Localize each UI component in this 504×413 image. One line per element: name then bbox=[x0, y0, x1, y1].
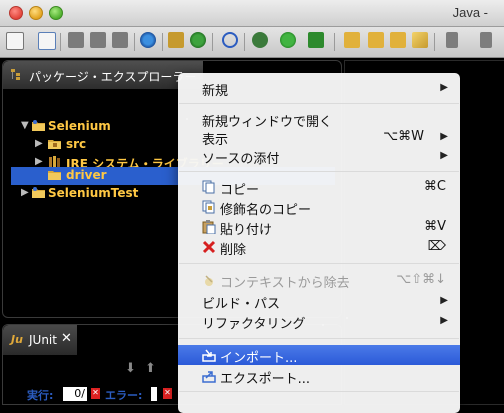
new-java-project-icon[interactable] bbox=[38, 32, 56, 50]
main-toolbar bbox=[0, 27, 504, 58]
submenu-arrow-icon: ▶ bbox=[440, 131, 448, 142]
nav-forward-icon[interactable] bbox=[480, 32, 492, 48]
toolbar-separator bbox=[434, 33, 435, 51]
junit-icon: Ju bbox=[11, 333, 23, 346]
junit-tab-label: JUnit bbox=[29, 333, 57, 347]
tree-item-label: driver bbox=[66, 168, 107, 182]
package-explorer-icon bbox=[11, 69, 21, 81]
toolbar-separator bbox=[134, 33, 135, 51]
project-folder-icon bbox=[32, 187, 45, 198]
menu-item-copy[interactable]: コピー ⌘C bbox=[178, 177, 460, 198]
menu-item-refactor[interactable]: リファクタリング ▶ bbox=[178, 311, 460, 332]
submenu-arrow-icon: ▶ bbox=[440, 150, 448, 161]
toolbar-separator bbox=[244, 33, 245, 51]
menu-item-attach-source[interactable]: ソースの添付 ▶ bbox=[178, 146, 460, 167]
toolbar-separator bbox=[60, 33, 61, 51]
export-icon bbox=[202, 369, 216, 383]
library-icon bbox=[48, 156, 61, 167]
refresh-icon[interactable] bbox=[190, 32, 206, 48]
menu-separator bbox=[179, 263, 459, 264]
toolbar-separator bbox=[162, 33, 163, 51]
menu-shortcut: ⌥⌘W bbox=[383, 129, 424, 144]
submenu-arrow-icon: ▶ bbox=[440, 82, 448, 93]
nav-back-icon[interactable] bbox=[446, 32, 458, 48]
run-icon[interactable] bbox=[280, 32, 296, 48]
build-icon[interactable] bbox=[140, 32, 156, 48]
menu-item-show[interactable]: 表示 ⌥⌘W ▶ bbox=[178, 127, 460, 148]
menu-item-build-path[interactable]: ビルド・パス ▶ bbox=[178, 291, 460, 312]
save-icon[interactable] bbox=[68, 32, 84, 48]
copy-qualified-icon bbox=[202, 200, 216, 214]
up-arrow-icon[interactable]: ⬆ bbox=[145, 361, 156, 376]
runs-value: 0/ bbox=[63, 387, 87, 401]
menu-shortcut: ⌥⇧⌘↓ bbox=[396, 272, 446, 287]
project-folder-icon bbox=[32, 120, 45, 131]
import-icon bbox=[202, 348, 216, 362]
close-icon[interactable]: ✕ bbox=[61, 331, 72, 346]
toolbar-separator bbox=[334, 33, 335, 51]
runs-label: 実行: bbox=[27, 389, 54, 402]
brush-icon[interactable] bbox=[412, 32, 428, 48]
menu-separator bbox=[179, 171, 459, 172]
print-icon[interactable] bbox=[112, 32, 128, 48]
menu-item-copy-qualified-name[interactable]: 修飾名のコピー bbox=[178, 197, 460, 218]
new-package-icon[interactable] bbox=[168, 32, 184, 48]
paste-icon bbox=[202, 220, 216, 235]
errors-label: エラー: bbox=[105, 389, 143, 402]
junit-tab[interactable]: Ju JUnit ✕ bbox=[3, 325, 77, 355]
tree-item-label: SeleniumTest bbox=[48, 186, 139, 200]
open-folder-2-icon[interactable] bbox=[390, 32, 406, 48]
zoom-window-button[interactable] bbox=[49, 6, 63, 20]
menu-shortcut: ⌘V bbox=[424, 219, 446, 234]
debug-icon[interactable] bbox=[252, 32, 268, 48]
close-window-button[interactable] bbox=[9, 6, 23, 20]
source-folder-icon bbox=[48, 138, 61, 149]
menu-shortcut: ⌦ bbox=[427, 239, 446, 254]
window-title: Java - bbox=[452, 5, 488, 20]
package-explorer-tab[interactable]: パッケージ・エクスプローラー bbox=[3, 61, 203, 89]
errors-value bbox=[151, 387, 157, 401]
menu-separator bbox=[179, 103, 459, 104]
skip-breakpoints-icon[interactable] bbox=[222, 32, 238, 48]
tree-item-label: Selenium bbox=[48, 119, 111, 133]
menu-item-open-new-window[interactable]: 新規ウィンドウで開く bbox=[178, 109, 460, 130]
title-bar: Java - bbox=[0, 0, 504, 27]
menu-item-delete[interactable]: 削除 ⌦ bbox=[178, 237, 460, 258]
failure-status-icon: ✕ bbox=[163, 388, 172, 399]
collapse-arrow-icon[interactable]: ▶ bbox=[21, 187, 29, 198]
expand-arrow-icon[interactable]: ▼ bbox=[21, 120, 29, 131]
menu-separator bbox=[179, 391, 459, 392]
folder-icon bbox=[48, 169, 61, 180]
new-icon[interactable] bbox=[6, 32, 24, 50]
menu-item-export[interactable]: エクスポート... bbox=[178, 366, 460, 387]
menu-separator bbox=[179, 338, 459, 339]
submenu-arrow-icon: ▶ bbox=[440, 295, 448, 306]
error-status-icon: ✕ bbox=[91, 388, 100, 399]
copy-icon bbox=[202, 180, 216, 194]
tree-item-label: src bbox=[66, 137, 87, 151]
menu-item-import[interactable]: インポート... bbox=[178, 345, 460, 366]
open-folder-icon[interactable] bbox=[368, 32, 384, 48]
remove-context-icon bbox=[202, 273, 216, 287]
menu-item-paste[interactable]: 貼り付け ⌘V bbox=[178, 217, 460, 238]
context-menu: 新規 ▶ 新規ウィンドウで開く 表示 ⌥⌘W ▶ ソースの添付 ▶ コピー ⌘C… bbox=[178, 73, 460, 413]
minimize-window-button[interactable] bbox=[29, 6, 43, 20]
save-all-icon[interactable] bbox=[90, 32, 106, 48]
collapse-arrow-icon[interactable]: ▶ bbox=[35, 138, 43, 149]
run-external-icon[interactable] bbox=[308, 32, 324, 48]
delete-icon bbox=[202, 240, 216, 254]
toolbar-separator bbox=[212, 33, 213, 51]
menu-item-remove-from-context: コンテキストから除去 ⌥⇧⌘↓ bbox=[178, 270, 460, 291]
submenu-arrow-icon: ▶ bbox=[440, 315, 448, 326]
package-explorer-tab-label: パッケージ・エクスプローラー bbox=[29, 70, 197, 84]
open-type-icon[interactable] bbox=[344, 32, 360, 48]
menu-shortcut: ⌘C bbox=[423, 179, 446, 194]
collapse-arrow-icon[interactable]: ▶ bbox=[35, 156, 43, 167]
menu-item-new[interactable]: 新規 ▶ bbox=[178, 78, 460, 99]
down-arrow-icon[interactable]: ⬇ bbox=[125, 361, 136, 376]
